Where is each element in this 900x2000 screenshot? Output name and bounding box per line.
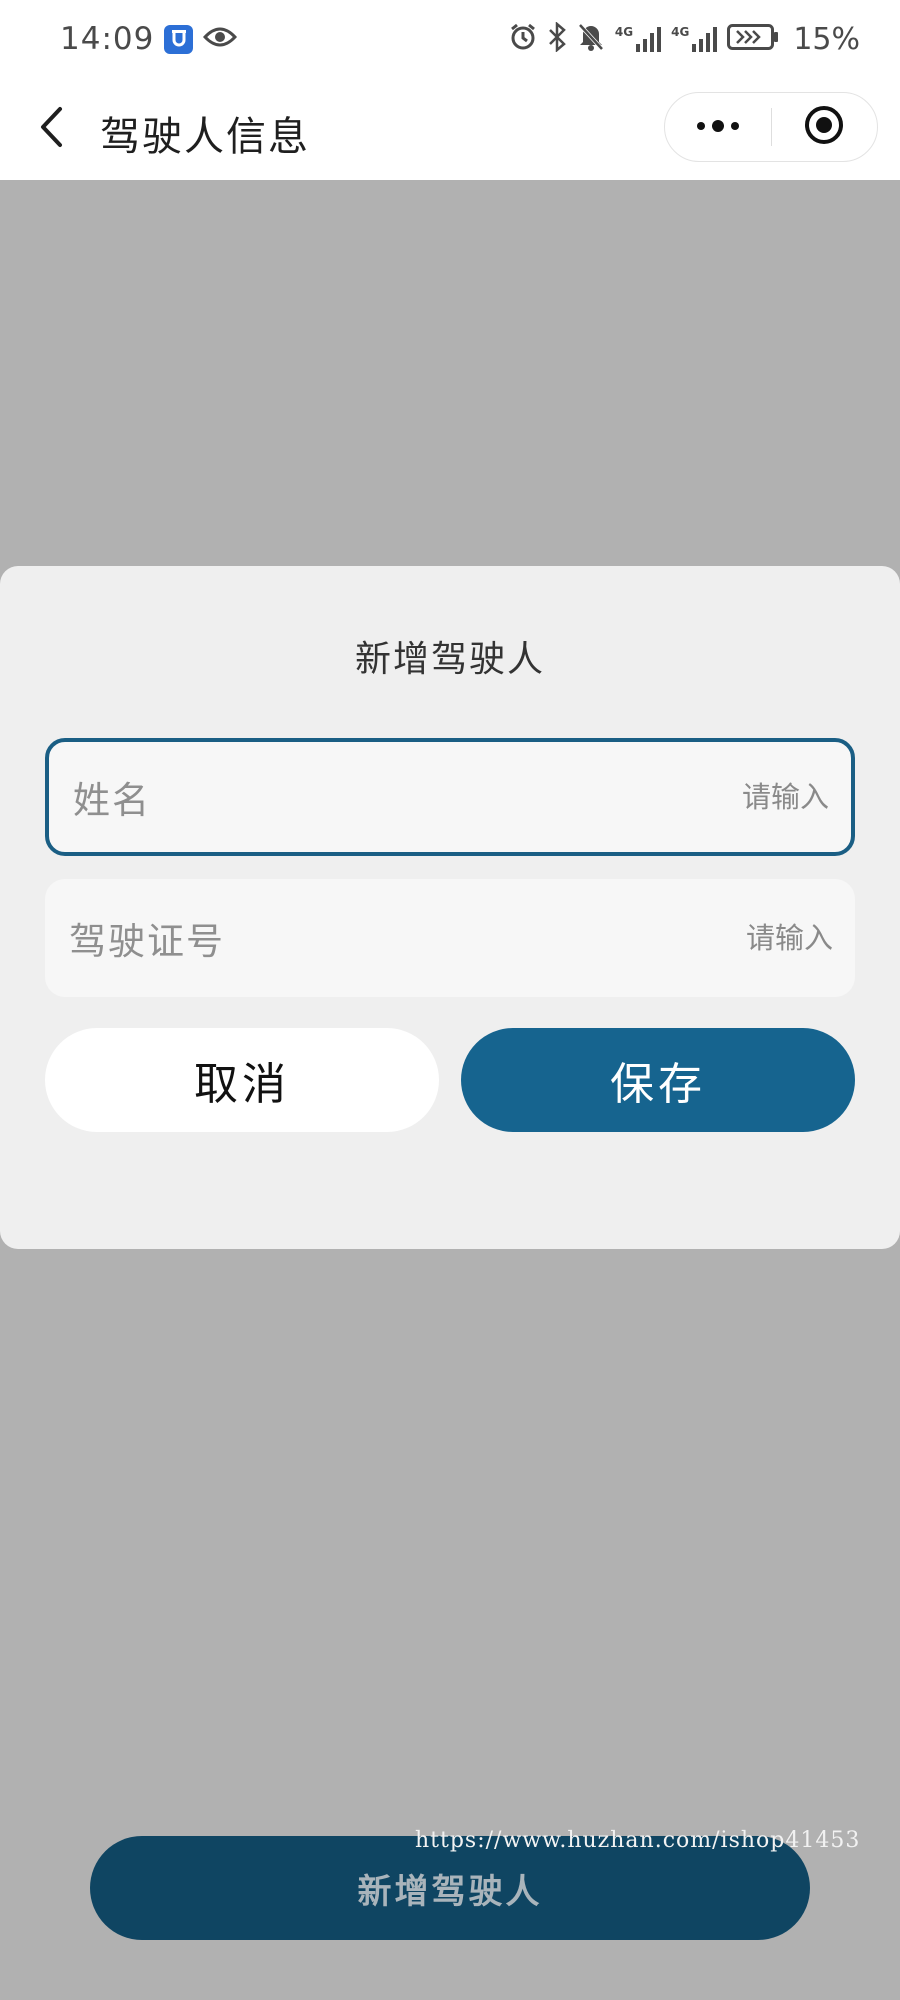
- watermark-text: https://www.huzhan.com/ishop41453: [415, 1828, 861, 1853]
- app-badge-icon: [164, 24, 194, 54]
- eye-icon: [203, 25, 238, 53]
- network-type-label: 4G: [671, 25, 690, 39]
- page-title: 驾驶人信息: [100, 114, 310, 160]
- back-button[interactable]: [28, 102, 76, 156]
- status-right: 4G 4G 15%: [509, 21, 860, 57]
- name-input[interactable]: [529, 780, 829, 814]
- alarm-icon: [509, 23, 537, 55]
- more-button[interactable]: [665, 92, 771, 162]
- signal-icon: 4G: [671, 25, 718, 52]
- status-bar: 14:09 4G 4G 15%: [0, 0, 900, 78]
- status-time: 14:09: [60, 21, 155, 57]
- license-field-label: 驾驶证号: [69, 920, 225, 963]
- back-arrow-icon: [38, 106, 66, 152]
- name-field[interactable]: 姓名: [45, 738, 855, 856]
- dialog-title: 新增驾驶人: [354, 639, 545, 680]
- cancel-button[interactable]: 取消: [45, 1028, 439, 1132]
- target-close-icon: [804, 105, 844, 149]
- bluetooth-icon: [547, 21, 567, 56]
- close-mini-program-button[interactable]: [772, 92, 878, 162]
- battery-icon: [727, 23, 779, 55]
- battery-percent: 15%: [793, 21, 860, 57]
- name-field-label: 姓名: [73, 779, 151, 822]
- signal-icon: 4G: [614, 25, 662, 52]
- mute-icon: [577, 22, 605, 56]
- navigation-bar: 驾驶人信息: [0, 78, 900, 180]
- more-dots-icon: [696, 118, 740, 137]
- license-input[interactable]: [533, 921, 833, 955]
- save-button[interactable]: 保存: [461, 1028, 855, 1132]
- license-field[interactable]: 驾驶证号: [45, 879, 855, 997]
- add-driver-dialog: 新增驾驶人 姓名 驾驶证号 取消 保存: [0, 566, 900, 1249]
- status-left: 14:09: [60, 21, 238, 57]
- mini-program-capsule: [664, 92, 878, 162]
- network-type-label: 4G: [614, 25, 634, 39]
